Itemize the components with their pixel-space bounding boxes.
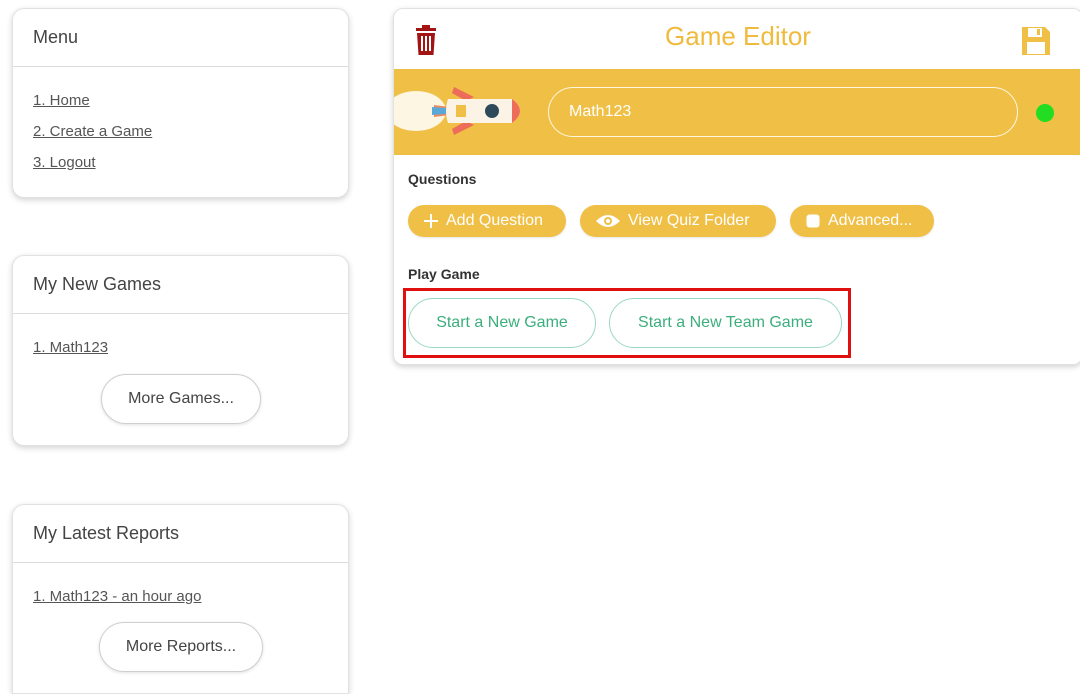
more-games-button[interactable]: More Games... (101, 374, 261, 424)
menu-item-create-game[interactable]: 2. Create a Game (33, 116, 328, 147)
start-new-game-button[interactable]: Start a New Game (408, 298, 596, 348)
view-quiz-folder-label: View Quiz Folder (628, 212, 750, 229)
add-question-button[interactable]: Add Question (408, 205, 566, 237)
new-game-item[interactable]: 1. Math123 (33, 332, 328, 363)
new-games-title: My New Games (13, 256, 348, 314)
latest-reports-card: My Latest Reports 1. Math123 - an hour a… (12, 504, 349, 694)
menu-item-logout[interactable]: 3. Logout (33, 147, 328, 178)
editor-title: Game Editor (665, 21, 811, 51)
rocket-icon (394, 87, 520, 135)
latest-reports-list: 1. Math123 - an hour ago (13, 563, 348, 630)
questions-label: Questions (408, 171, 477, 187)
play-game-label: Play Game (408, 266, 480, 282)
new-games-list: 1. Math123 (13, 314, 348, 381)
add-question-label: Add Question (446, 212, 543, 229)
menu-title: Menu (13, 9, 348, 67)
menu-item-home[interactable]: 1. Home (33, 85, 328, 116)
status-indicator (1036, 104, 1054, 122)
new-games-card: My New Games 1. Math123 More Games... (12, 255, 349, 446)
game-name-input[interactable] (548, 87, 1018, 137)
menu-card: Menu 1. Home 2. Create a Game 3. Logout (12, 8, 349, 198)
menu-list: 1. Home 2. Create a Game 3. Logout (13, 67, 348, 196)
checkbox-icon[interactable] (806, 214, 820, 228)
plus-icon (424, 214, 438, 228)
eye-icon (596, 214, 620, 228)
game-name-banner (394, 69, 1080, 155)
advanced-label: Advanced... (828, 212, 913, 229)
start-new-team-game-button[interactable]: Start a New Team Game (609, 298, 842, 348)
game-editor-panel: Game Editor Questions Add Question (393, 8, 1080, 365)
editor-header: Game Editor (394, 9, 1080, 69)
view-quiz-folder-button[interactable]: View Quiz Folder (580, 205, 776, 237)
more-reports-button[interactable]: More Reports... (99, 622, 263, 672)
report-item[interactable]: 1. Math123 - an hour ago (33, 581, 328, 612)
save-icon[interactable] (1021, 26, 1051, 56)
latest-reports-title: My Latest Reports (13, 505, 348, 563)
advanced-button[interactable]: Advanced... (790, 205, 934, 237)
